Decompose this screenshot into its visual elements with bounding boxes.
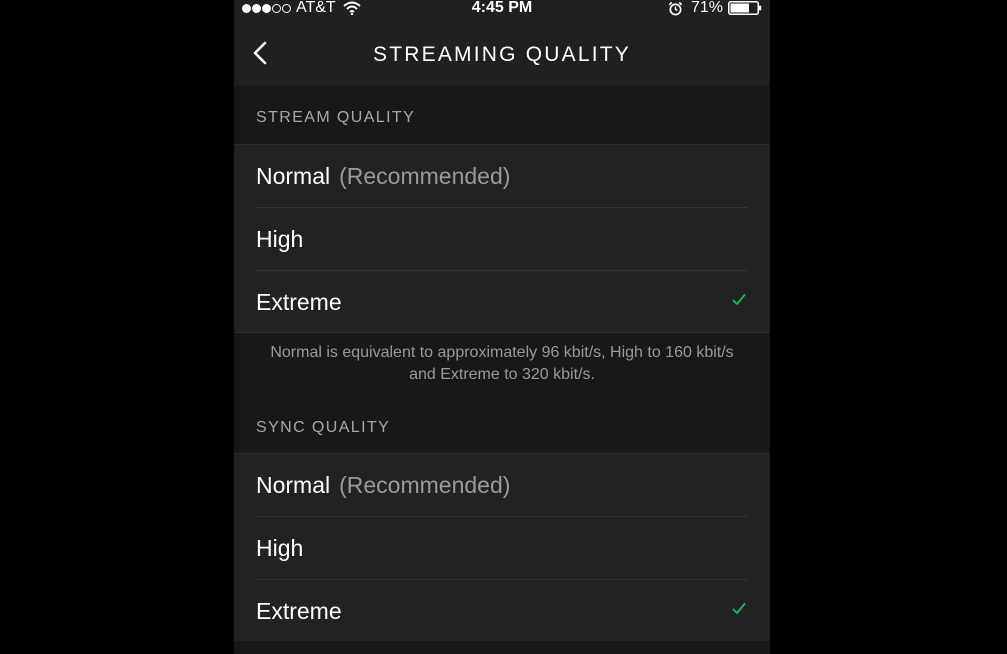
option-hint: (Recommended) — [339, 472, 511, 498]
option-label: High — [256, 535, 304, 561]
option-label: Normal (Recommended) — [256, 471, 510, 499]
checkmark-icon — [732, 603, 746, 614]
sync-option-normal[interactable]: Normal (Recommended) — [256, 454, 748, 517]
sync-option-high[interactable]: High — [256, 517, 748, 580]
page-title: STREAMING QUALITY — [373, 43, 631, 66]
option-label: Extreme — [256, 289, 342, 315]
stream-option-normal[interactable]: Normal (Recommended) — [256, 145, 748, 208]
stream-quality-footnote: Normal is equivalent to approximately 96… — [270, 344, 734, 383]
sync-option-extreme[interactable]: Extreme — [256, 580, 748, 642]
alarm-clock-icon — [668, 1, 683, 15]
stream-quality-list: Normal (Recommended) High Extreme — [234, 144, 770, 333]
option-label-text: Normal — [256, 163, 331, 189]
option-label: Extreme — [256, 598, 342, 624]
stream-quality-header: STREAM QUALITY — [256, 109, 416, 126]
option-label: High — [256, 226, 304, 252]
sync-quality-list: Normal (Recommended) High Extreme — [234, 453, 770, 642]
battery-percentage: 71% — [690, 0, 723, 16]
option-label-text: Normal — [256, 472, 331, 498]
option-label: Normal (Recommended) — [256, 162, 510, 190]
bottom-edge — [234, 641, 770, 654]
battery-icon — [728, 1, 762, 15]
phone-screen: AT&T 4:45 PM 71% STREAMING QUALITY STREA… — [234, 0, 770, 654]
sync-quality-header: SYNC QUALITY — [256, 419, 391, 436]
status-bar-right: 71% — [668, 0, 762, 18]
stream-option-high[interactable]: High — [256, 208, 748, 271]
navigation-bar: STREAMING QUALITY — [234, 18, 770, 86]
stream-option-extreme[interactable]: Extreme — [256, 271, 748, 333]
status-bar: AT&T 4:45 PM 71% — [234, 0, 770, 18]
checkmark-icon — [732, 294, 746, 305]
option-hint: (Recommended) — [339, 163, 511, 189]
